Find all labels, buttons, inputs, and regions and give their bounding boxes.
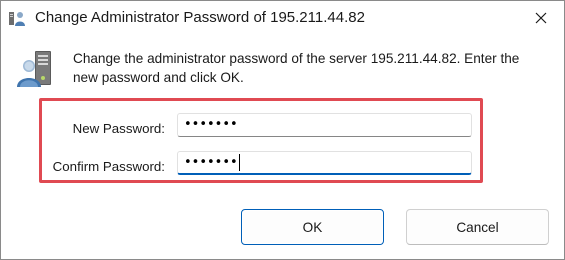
new-password-field[interactable]: ••••••• — [177, 113, 472, 137]
app-icon — [8, 9, 26, 27]
server-user-icon — [15, 49, 61, 89]
confirm-password-value: ••••••• — [184, 155, 238, 170]
title-bar[interactable]: Change Administrator Password of 195.211… — [1, 1, 564, 35]
new-password-label: New Password: — [72, 121, 165, 136]
confirm-password-field[interactable]: ••••••• — [177, 151, 472, 175]
close-icon — [535, 12, 547, 24]
window-title: Change Administrator Password of 195.211… — [35, 9, 365, 26]
ok-button[interactable]: OK — [241, 209, 384, 245]
close-button[interactable] — [518, 1, 564, 35]
change-password-dialog: Change Administrator Password of 195.211… — [0, 0, 565, 260]
confirm-password-label: Confirm Password: — [52, 159, 165, 174]
dialog-body: Change the administrator password of the… — [1, 35, 564, 259]
text-caret — [238, 154, 240, 171]
confirm-password-value-wrap: ••••••• — [184, 154, 240, 172]
new-password-value: ••••••• — [184, 117, 238, 132]
dialog-description: Change the administrator password of the… — [73, 51, 520, 85]
cancel-button[interactable]: Cancel — [406, 209, 549, 245]
